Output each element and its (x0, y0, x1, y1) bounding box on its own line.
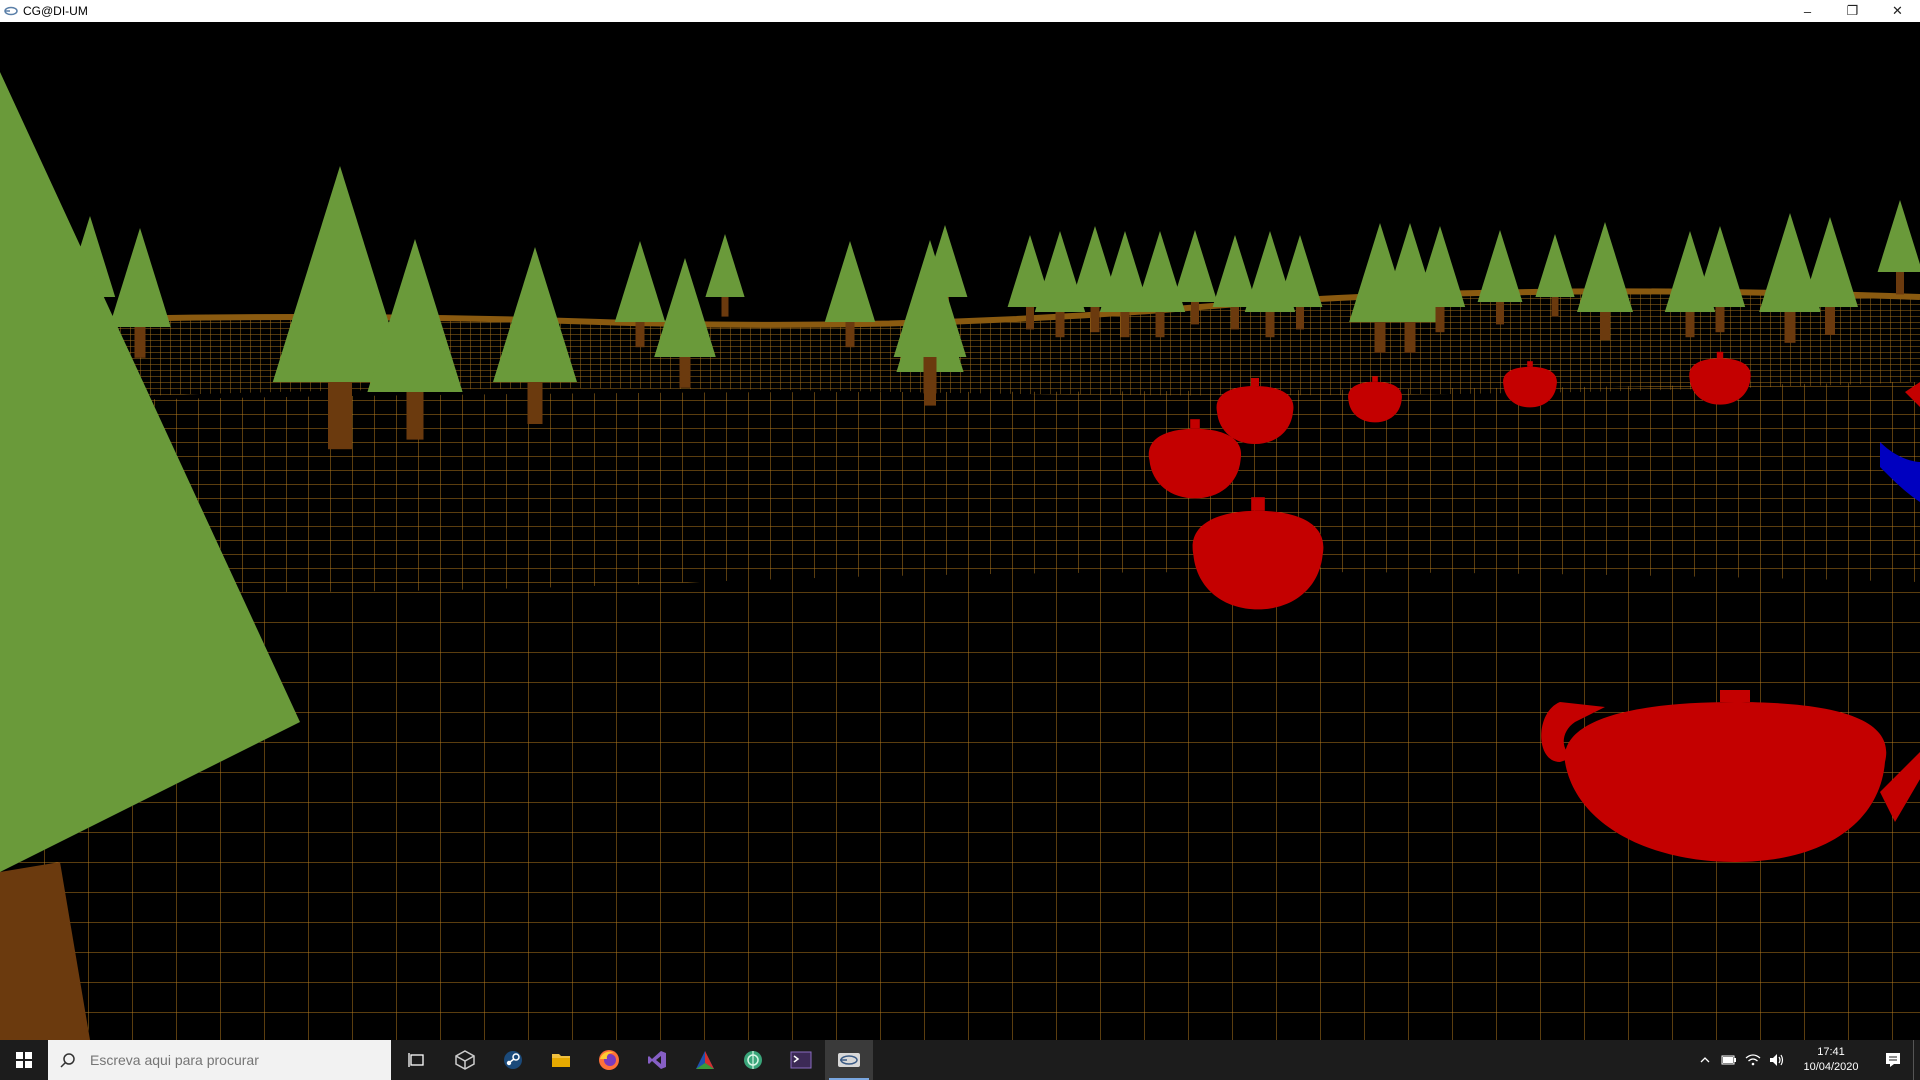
taskbar: 17:41 10/04/2020 (0, 1040, 1920, 1080)
firefox-icon[interactable] (585, 1040, 633, 1080)
minimize-button[interactable]: – (1785, 0, 1830, 22)
file-explorer-icon[interactable] (537, 1040, 585, 1080)
window-title: CG@DI-UM (23, 4, 88, 18)
app-window: CG@DI-UM – ❐ ✕ (0, 0, 1920, 1040)
notification-icon[interactable] (1873, 1040, 1913, 1080)
title-bar[interactable]: CG@DI-UM – ❐ ✕ (0, 0, 1920, 22)
clock[interactable]: 17:41 10/04/2020 (1795, 1045, 1867, 1075)
app-icon (3, 3, 19, 19)
task-view-icon[interactable] (393, 1040, 441, 1080)
search-icon (48, 1052, 88, 1068)
wifi-icon[interactable] (1741, 1040, 1765, 1080)
search-box[interactable] (48, 1040, 391, 1080)
show-desktop-button[interactable] (1913, 1040, 1920, 1080)
start-button[interactable] (0, 1040, 48, 1080)
search-input[interactable] (88, 1051, 372, 1069)
terminal-icon[interactable] (777, 1040, 825, 1080)
render-viewport[interactable] (0, 22, 1920, 1040)
battery-icon[interactable] (1717, 1040, 1741, 1080)
visual-studio-icon[interactable] (633, 1040, 681, 1080)
chevron-up-icon[interactable] (1693, 1040, 1717, 1080)
windows-icon (16, 1052, 32, 1068)
cg-app-icon[interactable] (825, 1040, 873, 1080)
clock-time: 17:41 (1817, 1046, 1845, 1058)
close-button[interactable]: ✕ (1875, 0, 1920, 22)
cmake-icon[interactable] (681, 1040, 729, 1080)
maximize-button[interactable]: ❐ (1830, 0, 1875, 22)
volume-icon[interactable] (1765, 1040, 1789, 1080)
terrain-wireframe (0, 288, 1920, 1040)
steam-icon[interactable] (489, 1040, 537, 1080)
clock-date: 10/04/2020 (1803, 1061, 1859, 1073)
virtualbox-icon[interactable] (441, 1040, 489, 1080)
globe-app-icon[interactable] (729, 1040, 777, 1080)
system-tray: 17:41 10/04/2020 (1693, 1040, 1920, 1080)
